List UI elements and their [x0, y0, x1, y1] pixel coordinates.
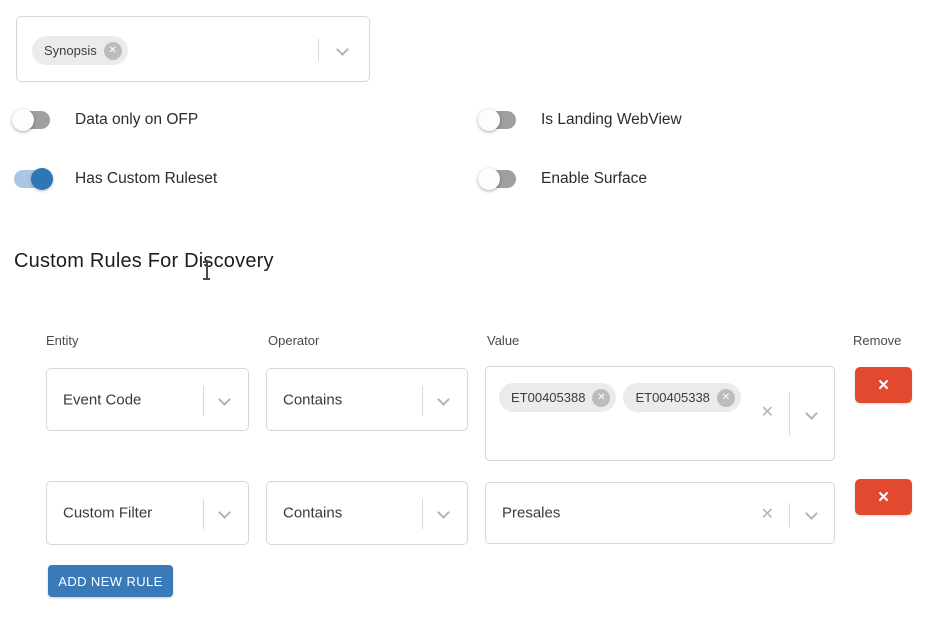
entity-select-value: Custom Filter [63, 505, 152, 522]
switch-knob [31, 168, 53, 190]
value-select-row2[interactable]: Presales ✕ [485, 482, 835, 544]
toggle-label: Data only on OFP [75, 111, 198, 129]
remove-x-icon: ✕ [877, 376, 890, 394]
select-divider [318, 39, 319, 61]
remove-x-icon: ✕ [877, 488, 890, 506]
operator-select-row2[interactable]: Contains [266, 481, 468, 545]
select-divider [422, 499, 423, 529]
column-header-entity: Entity [46, 333, 79, 348]
toggle-label: Has Custom Ruleset [75, 170, 217, 188]
select-divider [203, 386, 204, 416]
select-divider [789, 503, 790, 527]
clear-icon[interactable]: ✕ [761, 507, 774, 523]
switch-knob [478, 109, 500, 131]
value-chip: ET00405338 ✕ [623, 383, 740, 412]
synopsis-multiselect[interactable]: Synopsis ✕ [16, 16, 370, 82]
operator-select-value: Contains [283, 505, 342, 522]
chevron-down-icon[interactable] [437, 506, 450, 519]
is-landing-webview-switch[interactable] [480, 111, 516, 129]
toggle-row-is-landing-webview: Is Landing WebView [480, 108, 682, 132]
selected-tag-chip: Synopsis ✕ [32, 36, 128, 65]
value-chip-label: ET00405388 [511, 390, 585, 405]
select-divider [422, 386, 423, 416]
chevron-down-icon[interactable] [805, 507, 818, 520]
chevron-down-icon[interactable] [437, 393, 450, 406]
chevron-down-icon[interactable] [336, 43, 349, 56]
column-header-operator: Operator [268, 333, 319, 348]
value-chip-label: ET00405338 [635, 390, 709, 405]
entity-select-row1[interactable]: Event Code [46, 368, 249, 431]
add-new-rule-button[interactable]: ADD NEW RULE [48, 565, 173, 597]
has-custom-ruleset-switch[interactable] [14, 170, 50, 188]
value-select-text: Presales [502, 505, 560, 522]
column-header-remove: Remove [853, 333, 901, 348]
toggle-row-data-only-on-ofp: Data only on OFP [14, 108, 198, 132]
toggle-row-has-custom-ruleset: Has Custom Ruleset [14, 167, 217, 191]
toggle-row-enable-surface: Enable Surface [480, 167, 647, 191]
column-header-value: Value [487, 333, 519, 348]
value-chips: ET00405388 ✕ ET00405338 ✕ [499, 383, 741, 412]
select-divider [203, 499, 204, 529]
clear-icon[interactable]: ✕ [761, 405, 774, 421]
remove-rule-button-row2[interactable]: ✕ [855, 479, 912, 515]
switch-knob [12, 109, 34, 131]
value-multiselect-row1[interactable]: ET00405388 ✕ ET00405338 ✕ ✕ [485, 366, 835, 461]
chevron-down-icon[interactable] [218, 393, 231, 406]
selected-tag-label: Synopsis [44, 43, 97, 58]
section-title: Custom Rules For Discovery [14, 250, 274, 273]
toggle-label: Enable Surface [541, 170, 647, 188]
entity-select-value: Event Code [63, 391, 141, 408]
data-only-on-ofp-switch[interactable] [14, 111, 50, 129]
operator-select-row1[interactable]: Contains [266, 368, 468, 431]
chevron-down-icon[interactable] [218, 506, 231, 519]
select-divider [789, 392, 790, 436]
switch-knob [478, 168, 500, 190]
chip-close-icon[interactable]: ✕ [592, 389, 610, 407]
chip-close-icon[interactable]: ✕ [104, 42, 122, 60]
enable-surface-switch[interactable] [480, 170, 516, 188]
text-cursor [202, 261, 211, 280]
toggle-label: Is Landing WebView [541, 111, 682, 129]
operator-select-value: Contains [283, 391, 342, 408]
chip-close-icon[interactable]: ✕ [717, 389, 735, 407]
value-chip: ET00405388 ✕ [499, 383, 616, 412]
custom-ruleset-form: Synopsis ✕ Data only on OFP Is Landing W… [0, 0, 929, 628]
entity-select-row2[interactable]: Custom Filter [46, 481, 249, 545]
chevron-down-icon[interactable] [805, 407, 818, 420]
remove-rule-button-row1[interactable]: ✕ [855, 367, 912, 403]
